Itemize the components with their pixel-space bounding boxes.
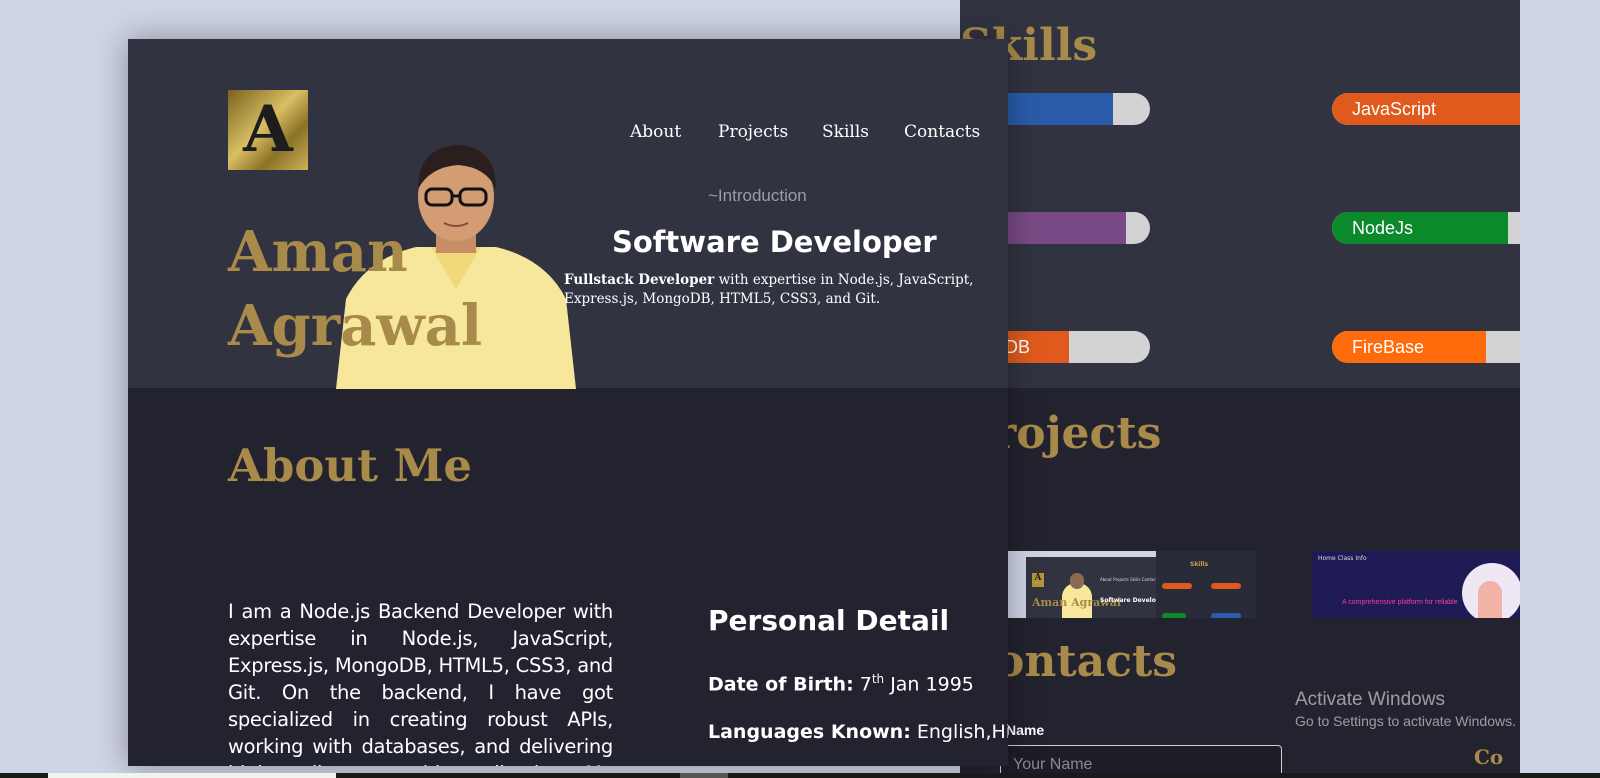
- languages-value: English,Hindi: [916, 721, 1008, 743]
- role-title: Software Developer: [612, 225, 937, 259]
- thumb-nav: About Projects Skills Contacts: [1100, 577, 1160, 582]
- nav-contacts[interactable]: Contacts: [904, 122, 980, 142]
- thumb-skills-panel: Skills: [1156, 551, 1256, 618]
- thumb2-person-image: [1478, 581, 1502, 618]
- skill-bar-javascript: JavaScript: [1332, 93, 1520, 125]
- first-name: Aman: [228, 219, 408, 285]
- role-description: Fullstack Developer with expertise in No…: [564, 271, 984, 309]
- background-page: Skills JAVAJavaScriptCSSNodeJsMongoDBFir…: [960, 0, 1520, 778]
- project-thumbnail-platform[interactable]: Home Class Info A comprehensive platform…: [1312, 551, 1520, 618]
- skill-name: NodeJs: [1352, 218, 1414, 238]
- name-label: Name: [1006, 722, 1045, 738]
- skill-name: JavaScript: [1352, 99, 1437, 119]
- thumb-logo: A: [1032, 573, 1044, 587]
- logo[interactable]: A: [228, 90, 308, 170]
- dob-rest: Jan 1995: [890, 673, 974, 696]
- about-text: I am a Node.js Backend Developer with ex…: [228, 600, 613, 766]
- skill-bar-firebase: FireBase: [1332, 331, 1520, 363]
- taskbar: [0, 773, 1600, 778]
- intro-label: ~Introduction: [708, 186, 807, 205]
- contact-button[interactable]: Co: [1474, 745, 1503, 769]
- thumb-skill-bar: [1162, 583, 1192, 589]
- dob-day: 7: [859, 673, 872, 696]
- taskbar-item[interactable]: [680, 773, 728, 778]
- last-name: Agrawal: [228, 293, 483, 359]
- skill-name: FireBase: [1352, 337, 1425, 357]
- thumb-skill-bar: [1162, 613, 1186, 618]
- hero-section: A About Projects Skills Contacts Aman Ag…: [128, 39, 1008, 389]
- languages-label: Languages Known:: [708, 721, 911, 743]
- personal-detail-title: Personal Detail: [708, 604, 950, 637]
- nav-skills[interactable]: Skills: [822, 122, 869, 142]
- dob-suffix: th: [871, 672, 885, 686]
- thumb2-tagline: A comprehensive platform for reliable: [1342, 599, 1458, 606]
- project-thumbnail-portfolio[interactable]: A About Projects Skills Contacts Aman Ag…: [1006, 551, 1256, 618]
- thumb2-tabs: Home Class Info: [1318, 555, 1367, 562]
- nav-projects[interactable]: Projects: [718, 122, 788, 142]
- thumb-skill-bar: [1211, 583, 1241, 589]
- hero-name: Aman Agrawal: [228, 215, 482, 363]
- about-title: About Me: [228, 439, 473, 492]
- thumb-skills-title: Skills: [1190, 561, 1209, 568]
- activate-windows-subtitle: Go to Settings to activate Windows.: [1295, 713, 1516, 729]
- dob-row: Date of Birth: 7th Jan 1995: [708, 672, 974, 695]
- nav-about[interactable]: About: [630, 122, 681, 142]
- languages-row: Languages Known: English,Hindi: [708, 721, 1008, 743]
- skill-bar-nodejs: NodeJs: [1332, 212, 1520, 244]
- activate-windows-title: Activate Windows: [1295, 689, 1445, 710]
- taskbar-window[interactable]: [48, 773, 336, 778]
- role-desc-bold: Fullstack Developer: [564, 272, 715, 288]
- portfolio-window: A About Projects Skills Contacts Aman Ag…: [128, 39, 1008, 766]
- dob-label: Date of Birth:: [708, 673, 854, 696]
- thumb-skill-bar: [1211, 613, 1241, 618]
